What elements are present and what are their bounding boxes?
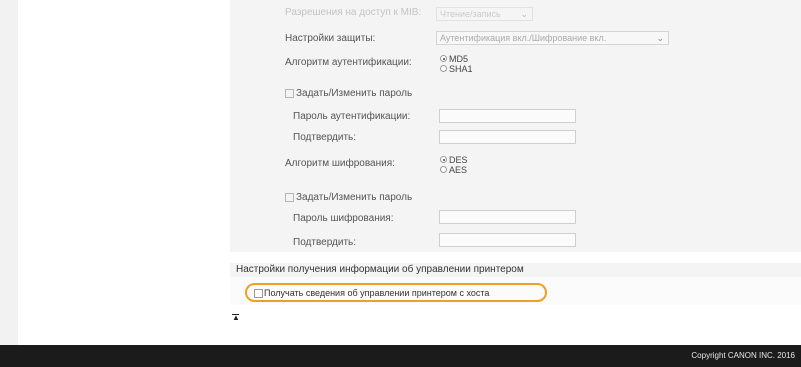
get-info-from-host-checkbox[interactable]: [254, 289, 263, 298]
encryption-algorithm-aes-label: AES: [449, 165, 468, 175]
get-info-from-host-label: Получать сведения об управлении принтеро…: [264, 288, 490, 298]
scroll-to-top-icon[interactable]: ▲: [232, 314, 240, 322]
encryption-algorithm-des-radio[interactable]: DES: [440, 155, 468, 165]
encryption-confirm-label: Подтвердить:: [293, 237, 357, 248]
auth-password-input[interactable]: [439, 109, 576, 123]
chevron-down-icon: ⌄: [520, 9, 528, 19]
copyright-text: Copyright CANON INC. 2016: [691, 351, 795, 360]
encryption-confirm-input[interactable]: [439, 233, 576, 247]
set-encryption-password-checkbox[interactable]: [285, 193, 294, 202]
radio-selected-icon: [440, 156, 447, 164]
access-permissions-label: Разрешения на доступ к MIB:: [285, 7, 422, 18]
auth-algorithm-label: Алгоритм аутентификации:: [285, 57, 412, 68]
chevron-down-icon: ⌄: [656, 33, 664, 43]
encryption-algorithm-des-label: DES: [449, 155, 468, 165]
security-settings-value: Аутентификация вкл./Шифрование вкл.: [440, 33, 607, 43]
auth-confirm-input[interactable]: [439, 130, 576, 144]
printer-management-section-title: Настройки получения информации об управл…: [230, 263, 801, 277]
encryption-algorithm-label: Алгоритм шифрования:: [285, 158, 395, 169]
set-encryption-password-label: Задать/Изменить пароль: [296, 192, 413, 203]
auth-confirm-label: Подтвердить:: [293, 132, 357, 143]
security-settings-label: Настройки защиты:: [285, 33, 376, 44]
set-auth-password-label: Задать/Изменить пароль: [296, 88, 413, 99]
auth-algorithm-sha1-label: SHA1: [449, 64, 473, 74]
left-sidebar-strip: [0, 0, 18, 345]
auth-algorithm-sha1-radio[interactable]: SHA1: [440, 64, 473, 74]
footer-bar: Copyright CANON INC. 2016: [0, 345, 801, 367]
encryption-password-label: Пароль шифрования:: [293, 213, 394, 224]
encryption-password-input[interactable]: [439, 210, 576, 224]
auth-algorithm-md5-label: MD5: [449, 54, 469, 64]
security-settings-select[interactable]: Аутентификация вкл./Шифрование вкл. ⌄: [436, 31, 669, 45]
auth-algorithm-md5-radio[interactable]: MD5: [440, 54, 468, 64]
access-permissions-value: Чтение/запись: [440, 9, 501, 19]
set-auth-password-checkbox[interactable]: [285, 89, 294, 98]
auth-password-label: Пароль аутентификации:: [293, 111, 411, 122]
radio-selected-icon: [440, 55, 447, 63]
radio-unselected-icon: [440, 166, 447, 174]
access-permissions-select[interactable]: Чтение/запись ⌄: [436, 7, 533, 21]
encryption-algorithm-aes-radio[interactable]: AES: [440, 165, 467, 175]
radio-unselected-icon: [440, 65, 447, 73]
